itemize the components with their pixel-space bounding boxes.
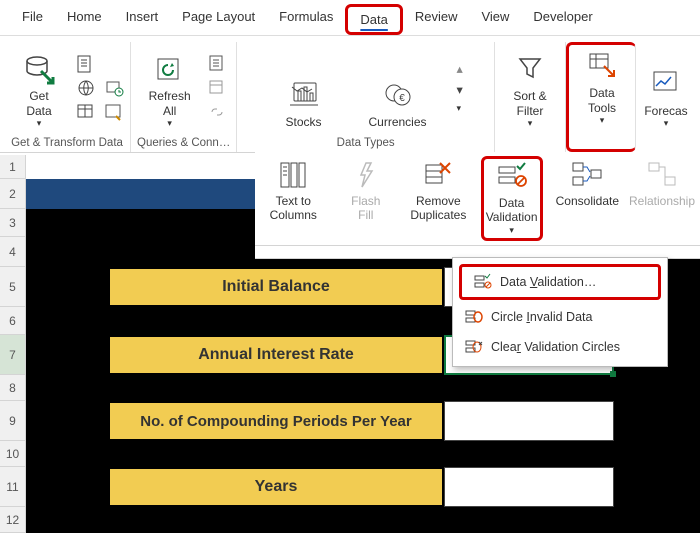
data-validation-icon <box>496 161 528 193</box>
row-header-5[interactable]: 5 <box>0 267 25 307</box>
row-header-11[interactable]: 11 <box>0 467 25 507</box>
flash-fill-icon <box>350 159 382 191</box>
row-header-7[interactable]: 7 <box>0 335 25 375</box>
recent-sources-icon[interactable] <box>104 78 124 98</box>
svg-text:€: € <box>399 93 405 104</box>
relationships-button: Relationship <box>632 156 692 241</box>
currencies-label: Currencies <box>369 115 427 129</box>
get-data-button[interactable]: Get Data ▾ <box>10 50 68 132</box>
stocks-button[interactable]: Stocks <box>269 50 339 132</box>
get-data-icon <box>23 53 55 85</box>
properties-icon[interactable] <box>207 78 227 98</box>
relationships-label: Relationship <box>629 194 695 208</box>
tab-page-layout[interactable]: Page Layout <box>170 4 267 35</box>
label-initial-balance: Initial Balance <box>108 267 444 307</box>
group-get-transform: Get & Transform Data <box>11 136 123 150</box>
input-years[interactable] <box>444 467 614 507</box>
refresh-icon <box>154 53 186 85</box>
data-validation-menu-icon <box>474 273 492 291</box>
input-periods[interactable] <box>444 401 614 441</box>
get-data-label: Get Data <box>26 89 51 118</box>
text-to-columns-label: Text to Columns <box>270 194 317 223</box>
tab-developer[interactable]: Developer <box>521 4 604 35</box>
row-header-2[interactable]: 2 <box>0 179 25 209</box>
remove-duplicates-label: Remove Duplicates <box>410 194 466 223</box>
label-periods: No. of Compounding Periods Per Year <box>108 401 444 441</box>
scroll-down-icon[interactable]: ▾ <box>457 82 463 97</box>
group-data-types: Data Types <box>337 136 395 150</box>
stocks-label: Stocks <box>286 115 322 129</box>
forecast-icon <box>650 68 682 100</box>
from-text-csv-icon[interactable] <box>76 54 96 74</box>
menu-clear-circles-label: Clear Validation Circles <box>491 340 620 354</box>
flash-fill-button: Flash Fill <box>336 156 397 241</box>
expand-icon[interactable]: ▾ <box>457 103 463 114</box>
menu-circle-invalid[interactable]: Circle Invalid Data <box>453 302 667 332</box>
data-validation-button[interactable]: Data Validation ▾ <box>481 156 543 241</box>
row-header-10[interactable]: 10 <box>0 441 25 467</box>
consolidate-label: Consolidate <box>556 194 619 208</box>
tab-home[interactable]: Home <box>55 4 114 35</box>
clear-circles-icon <box>465 338 483 356</box>
menu-circle-invalid-label: Circle Invalid Data <box>491 310 592 324</box>
row-header-8[interactable]: 8 <box>0 375 25 401</box>
tab-insert[interactable]: Insert <box>114 4 171 35</box>
sort-filter-label: Sort & Filter <box>513 89 546 118</box>
relationships-icon <box>646 159 678 191</box>
label-interest-rate: Annual Interest Rate <box>108 335 444 375</box>
currencies-button[interactable]: € Currencies <box>363 50 433 132</box>
consolidate-icon <box>571 159 603 191</box>
from-table-icon[interactable] <box>76 102 96 122</box>
row-header-9[interactable]: 9 <box>0 401 25 441</box>
data-tools-panel: Text to Columns Flash Fill Remove Duplic… <box>255 152 700 259</box>
refresh-all-label: Refresh All <box>149 89 191 118</box>
remove-duplicates-button[interactable]: Remove Duplicates <box>408 156 469 241</box>
forecast-label: Forecas <box>644 104 687 118</box>
row-headers: 1 2 3 4 5 6 7 8 9 10 11 12 <box>0 155 26 533</box>
tab-data[interactable]: Data <box>345 4 402 35</box>
tab-formulas[interactable]: Formulas <box>267 4 345 35</box>
tab-view[interactable]: View <box>469 4 521 35</box>
row-header-12[interactable]: 12 <box>0 507 25 533</box>
row-header-1[interactable]: 1 <box>0 155 25 179</box>
consolidate-button[interactable]: Consolidate <box>555 156 620 241</box>
existing-connections-icon[interactable] <box>104 102 124 122</box>
flash-fill-label: Flash Fill <box>351 194 380 223</box>
edit-links-icon[interactable] <box>207 102 227 122</box>
queries-icon[interactable] <box>207 54 227 74</box>
forecast-button[interactable]: Forecas ▾ <box>642 50 690 132</box>
data-tools-label: Data Tools <box>588 86 616 115</box>
label-years: Years <box>108 467 444 507</box>
from-web-icon[interactable] <box>76 78 96 98</box>
stocks-icon <box>288 79 320 111</box>
refresh-all-button[interactable]: Refresh All ▾ <box>141 50 199 132</box>
data-tools-icon <box>586 50 618 82</box>
menu-data-validation[interactable]: Data Validation… <box>459 264 661 300</box>
sort-filter-button[interactable]: Sort & Filter ▾ <box>501 50 559 132</box>
row-header-6[interactable]: 6 <box>0 307 25 335</box>
data-tools-button[interactable]: Data Tools ▾ <box>573 47 631 129</box>
remove-duplicates-icon <box>422 159 454 191</box>
ribbon-tabs: File Home Insert Page Layout Formulas Da… <box>0 0 700 36</box>
menu-clear-circles[interactable]: Clear Validation Circles <box>453 332 667 362</box>
row-header-4[interactable]: 4 <box>0 237 25 267</box>
scroll-up-icon[interactable]: ▴ <box>457 61 463 76</box>
text-to-columns-icon <box>277 159 309 191</box>
sort-filter-icon <box>514 53 546 85</box>
tab-review[interactable]: Review <box>403 4 470 35</box>
tab-file[interactable]: File <box>10 4 55 35</box>
data-validation-menu: Data Validation… Circle Invalid Data Cle… <box>452 257 668 367</box>
text-to-columns-button[interactable]: Text to Columns <box>263 156 324 241</box>
row-header-3[interactable]: 3 <box>0 209 25 237</box>
currencies-icon: € <box>382 79 414 111</box>
data-validation-label: Data Validation <box>486 196 538 225</box>
menu-data-validation-label: Data Validation… <box>500 275 596 289</box>
group-queries: Queries & Conn… <box>137 136 230 150</box>
circle-invalid-icon <box>465 308 483 326</box>
ribbon: Get Data ▾ Get & Transform Data Refresh … <box>0 36 700 153</box>
